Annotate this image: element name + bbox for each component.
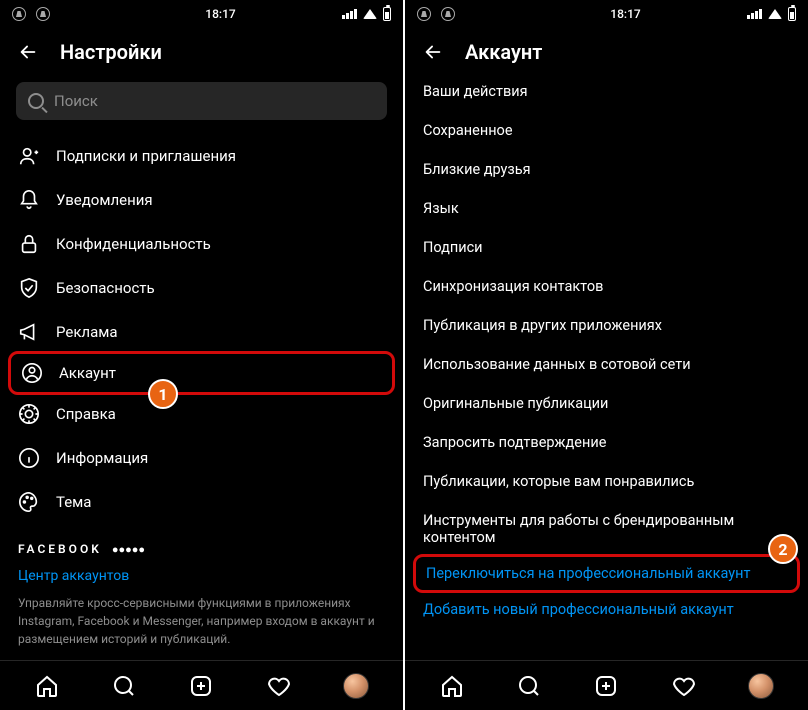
menu-item-request-verification[interactable]: Запросить подтверждение bbox=[405, 423, 808, 462]
viber-icon bbox=[417, 7, 431, 21]
account-icon bbox=[21, 362, 43, 384]
menu-item-switch-professional[interactable]: Переключиться на профессиональный аккаун… bbox=[413, 554, 800, 593]
menu-item-info[interactable]: Информация bbox=[0, 436, 403, 480]
palette-icon bbox=[18, 491, 40, 513]
menu-label: Уведомления bbox=[56, 191, 153, 209]
battery-icon bbox=[788, 7, 796, 21]
nav-home[interactable] bbox=[439, 673, 465, 699]
nav-activity[interactable] bbox=[266, 673, 292, 699]
help-icon bbox=[18, 403, 40, 425]
nav-search[interactable] bbox=[516, 673, 542, 699]
bell-icon bbox=[18, 189, 40, 211]
menu-item-captions[interactable]: Подписи bbox=[405, 228, 808, 267]
nav-home[interactable] bbox=[34, 673, 60, 699]
menu-item-help[interactable]: Справка bbox=[0, 392, 403, 436]
status-bar: 18:17 bbox=[0, 0, 403, 28]
nav-profile[interactable] bbox=[343, 673, 369, 699]
menu-label: Тема bbox=[56, 493, 91, 511]
menu-item-liked-posts[interactable]: Публикации, которые вам понравились bbox=[405, 462, 808, 501]
viber-icon bbox=[12, 7, 26, 21]
shield-icon bbox=[18, 277, 40, 299]
accounts-center-link[interactable]: Центр аккаунтов bbox=[18, 568, 385, 584]
settings-menu: Подписки и приглашения Уведомления Конфи… bbox=[0, 134, 403, 660]
menu-item-saved[interactable]: Сохраненное bbox=[405, 111, 808, 150]
header: Настройки bbox=[0, 28, 403, 72]
status-bar: 18:17 bbox=[405, 0, 808, 28]
accounts-center-desc: Управляйте кросс-сервисными функциями в … bbox=[18, 594, 385, 648]
menu-item-theme[interactable]: Тема bbox=[0, 480, 403, 524]
avatar bbox=[343, 673, 369, 699]
search-icon bbox=[28, 93, 44, 109]
bottom-nav bbox=[405, 660, 808, 710]
viber-icon bbox=[441, 7, 455, 21]
nav-activity[interactable] bbox=[671, 673, 697, 699]
nav-search[interactable] bbox=[111, 673, 137, 699]
page-title: Настройки bbox=[60, 40, 162, 64]
menu-label: Реклама bbox=[56, 323, 118, 341]
menu-item-contacts-sync[interactable]: Синхронизация контактов bbox=[405, 267, 808, 306]
nav-profile[interactable] bbox=[748, 673, 774, 699]
bottom-nav bbox=[0, 660, 403, 710]
back-button[interactable] bbox=[421, 40, 445, 64]
menu-item-sharing-apps[interactable]: Публикация в других приложениях bbox=[405, 306, 808, 345]
lock-icon bbox=[18, 233, 40, 255]
facebook-section: FACEBOOK ●●●●● Центр аккаунтов Управляйт… bbox=[0, 524, 403, 648]
menu-item-account[interactable]: Аккаунт bbox=[8, 351, 395, 395]
facebook-brand: FACEBOOK ●●●●● bbox=[18, 542, 385, 556]
megaphone-icon bbox=[18, 321, 40, 343]
settings-screen: 18:17 Настройки Поиск Подписки и приглаш… bbox=[0, 0, 403, 710]
menu-item-notifications[interactable]: Уведомления bbox=[0, 178, 403, 222]
signal-icon bbox=[342, 9, 357, 19]
account-screen: 18:17 Аккаунт Ваши действия Сохраненное … bbox=[405, 0, 808, 710]
menu-label: Информация bbox=[56, 449, 148, 467]
account-menu: Ваши действия Сохраненное Близкие друзья… bbox=[405, 72, 808, 660]
menu-label: Безопасность bbox=[56, 279, 155, 297]
menu-item-ads[interactable]: Реклама bbox=[0, 310, 403, 354]
menu-item-language[interactable]: Язык bbox=[405, 189, 808, 228]
viber-icon bbox=[36, 7, 50, 21]
back-button[interactable] bbox=[16, 40, 40, 64]
avatar bbox=[748, 673, 774, 699]
info-icon bbox=[18, 447, 40, 469]
page-title: Аккаунт bbox=[465, 40, 542, 64]
menu-label: Конфиденциальность bbox=[56, 235, 211, 253]
menu-item-close-friends[interactable]: Близкие друзья bbox=[405, 150, 808, 189]
menu-label: Подписки и приглашения bbox=[56, 147, 236, 165]
nav-create[interactable] bbox=[188, 673, 214, 699]
nav-create[interactable] bbox=[593, 673, 619, 699]
menu-item-security[interactable]: Безопасность bbox=[0, 266, 403, 310]
wifi-icon bbox=[768, 9, 782, 19]
battery-icon bbox=[383, 7, 391, 21]
menu-item-original-posts[interactable]: Оригинальные публикации bbox=[405, 384, 808, 423]
menu-item-your-activity[interactable]: Ваши действия bbox=[405, 72, 808, 111]
clock: 18:17 bbox=[205, 7, 235, 21]
menu-item-follow-invite[interactable]: Подписки и приглашения bbox=[0, 134, 403, 178]
menu-item-privacy[interactable]: Конфиденциальность bbox=[0, 222, 403, 266]
menu-label: Справка bbox=[56, 405, 116, 423]
clock: 18:17 bbox=[610, 7, 640, 21]
search-input[interactable]: Поиск bbox=[16, 82, 387, 120]
menu-item-add-professional[interactable]: Добавить новый профессиональный аккаунт bbox=[405, 590, 808, 629]
fb-app-icons: ●●●●● bbox=[112, 543, 145, 556]
step-badge-2: 2 bbox=[768, 534, 798, 564]
menu-item-cellular-data[interactable]: Использование данных в сотовой сети bbox=[405, 345, 808, 384]
signal-icon bbox=[747, 9, 762, 19]
header: Аккаунт bbox=[405, 28, 808, 72]
menu-label: Аккаунт bbox=[59, 364, 116, 382]
wifi-icon bbox=[363, 9, 377, 19]
step-badge-1: 1 bbox=[148, 379, 178, 409]
menu-item-branded-content[interactable]: Инструменты для работы с брендированным … bbox=[405, 501, 808, 557]
person-plus-icon bbox=[18, 145, 40, 167]
search-placeholder: Поиск bbox=[54, 92, 98, 110]
